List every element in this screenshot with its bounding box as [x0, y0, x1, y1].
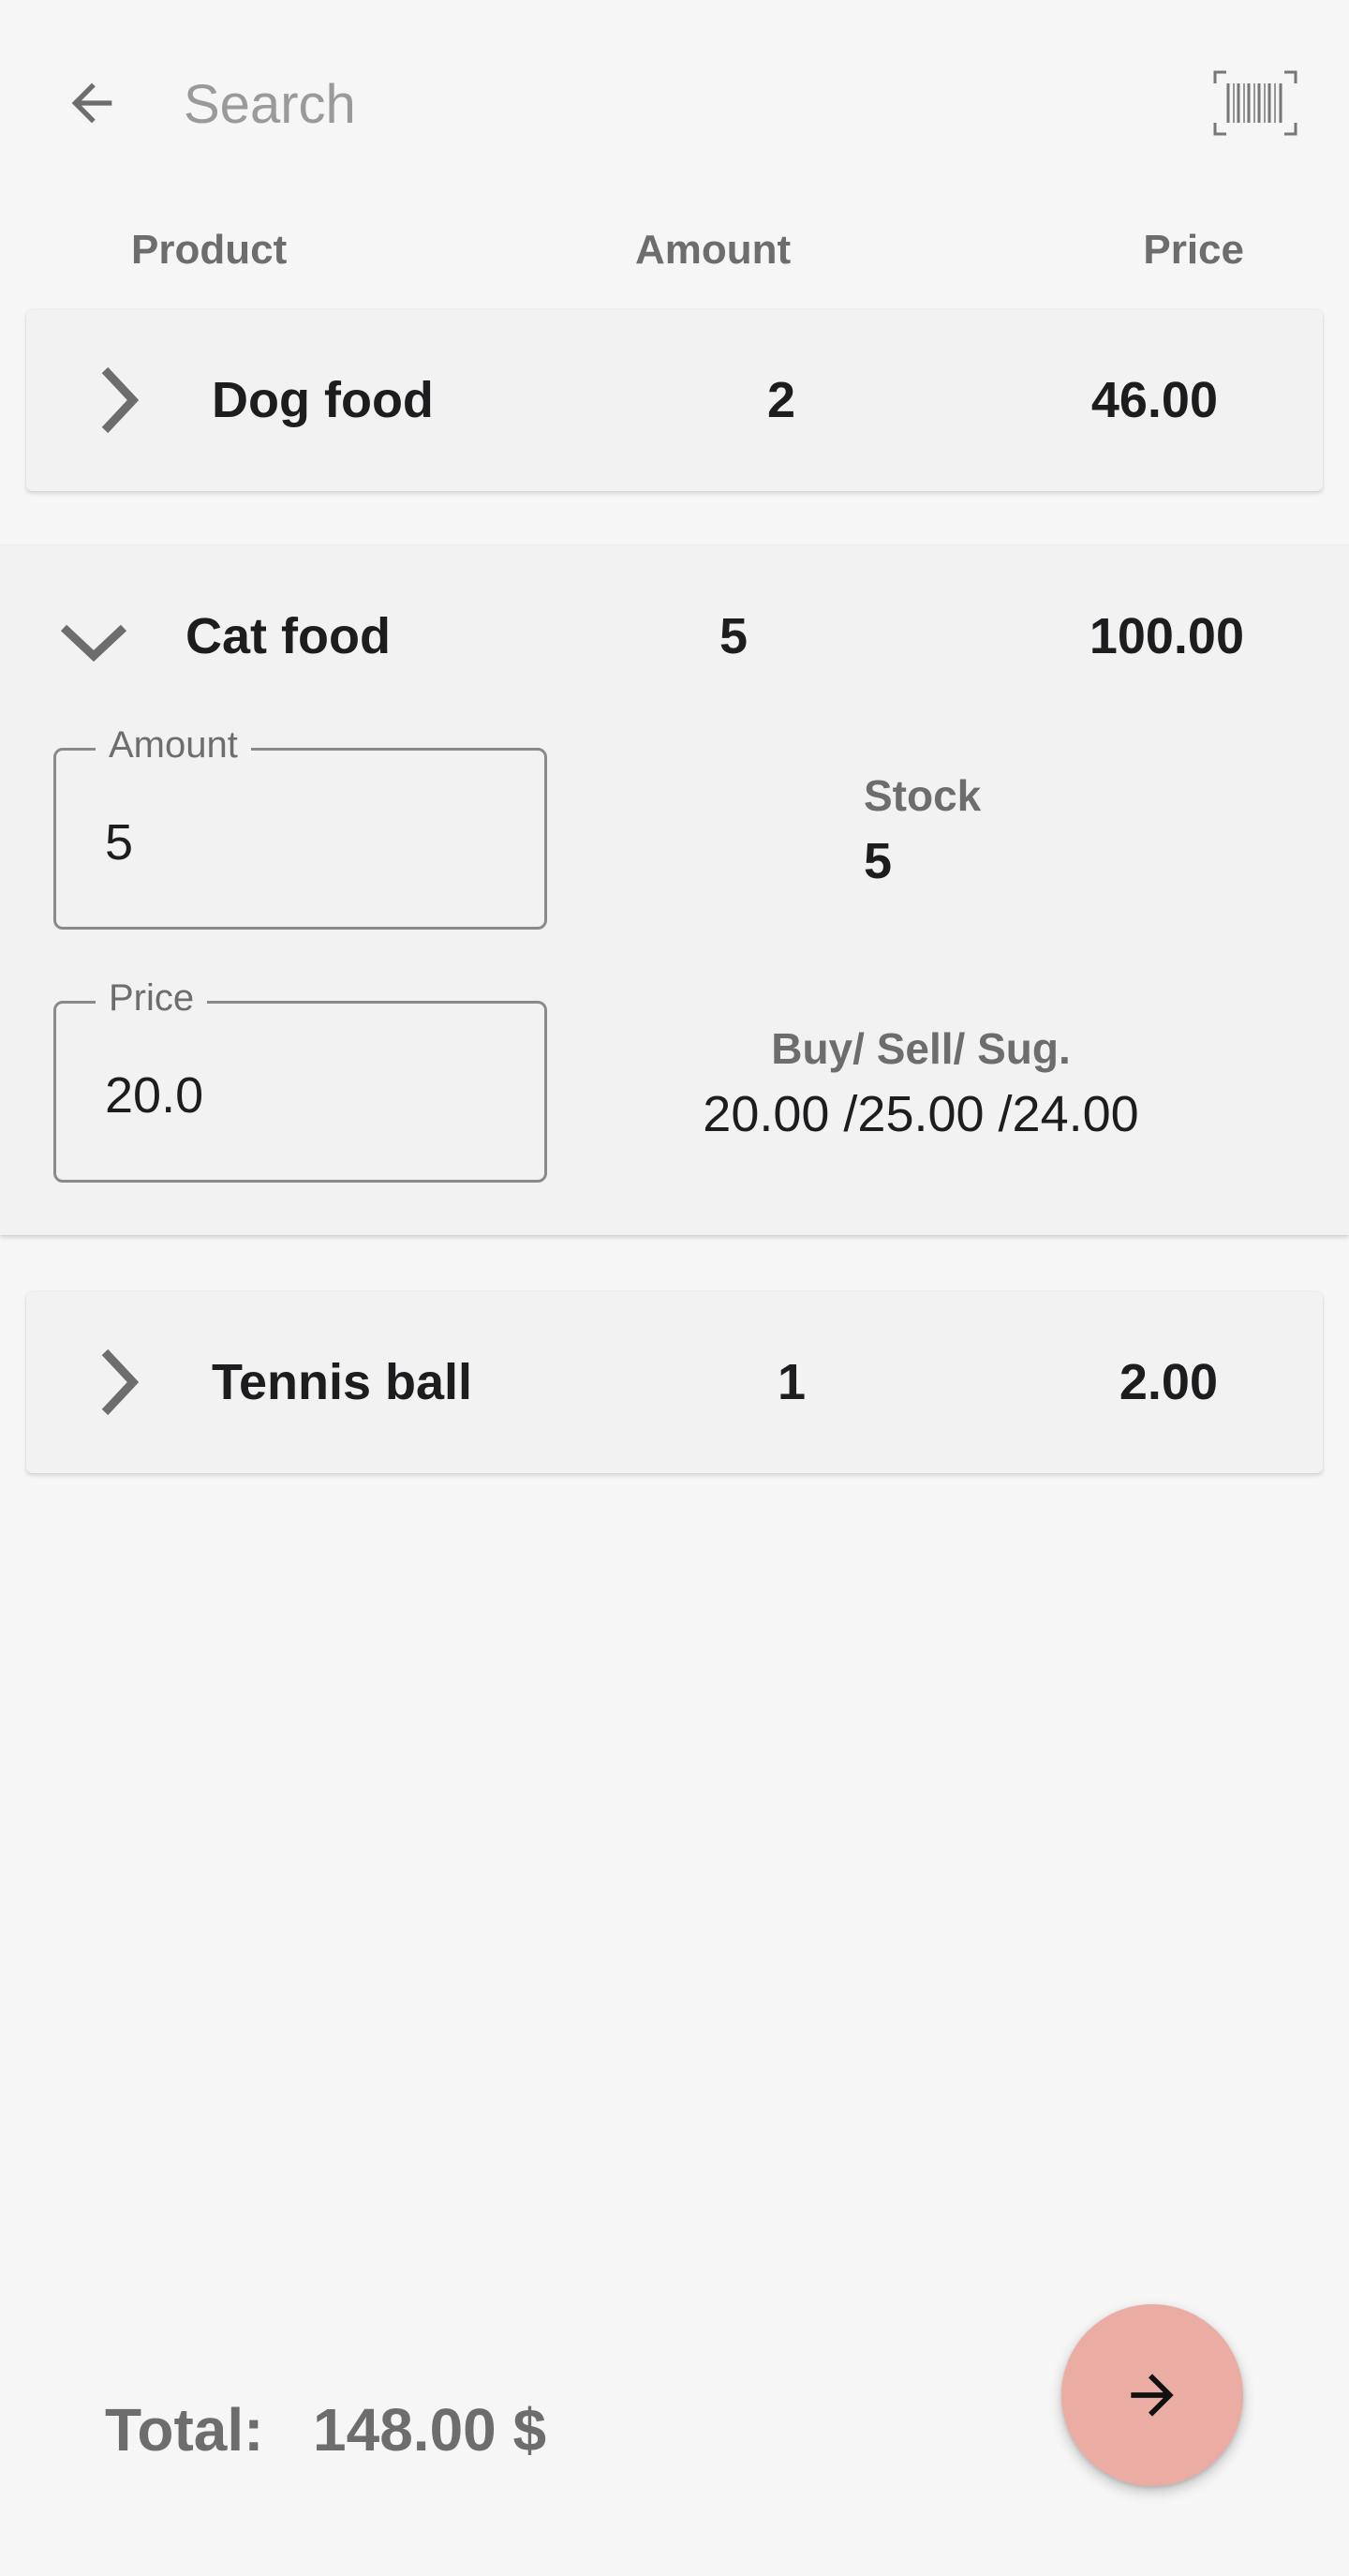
stock-label: Stock: [864, 771, 982, 820]
back-button[interactable]: [54, 66, 129, 141]
product-row-header[interactable]: Cat food 5 100.00: [0, 545, 1349, 733]
checkout-screen: Product Amount Price Dog food 2 46.00 Ca…: [0, 0, 1349, 2576]
product-name: Cat food: [185, 608, 391, 664]
product-price: 2.00: [1119, 1354, 1218, 1410]
barcode-scan-icon: [1213, 70, 1297, 136]
product-amount: 2: [767, 372, 796, 428]
product-amount: 5: [719, 608, 749, 664]
product-row-cat-food-expanded: Cat food 5 100.00 Amount Stock 5 Price B…: [0, 545, 1349, 1235]
column-header-amount: Amount: [635, 227, 792, 273]
search-input[interactable]: [184, 62, 1120, 146]
amount-field: Amount: [53, 724, 547, 930]
product-row-tennis-ball[interactable]: Tennis ball 1 2.00: [26, 1291, 1323, 1473]
product-amount: 1: [778, 1354, 807, 1410]
product-price: 46.00: [1090, 372, 1218, 428]
total-value: 148.00 $: [313, 2396, 547, 2464]
product-row-dog-food[interactable]: Dog food 2 46.00: [26, 309, 1323, 491]
price-field-label: Price: [96, 977, 208, 1020]
top-bar: [0, 0, 1349, 206]
stock-value: 5: [864, 833, 893, 889]
chevron-down-icon: [60, 624, 127, 663]
chevron-right-icon: [101, 1348, 140, 1416]
amount-input[interactable]: [105, 807, 517, 878]
barcode-scan-button[interactable]: [1208, 66, 1302, 141]
arrow-left-icon: [71, 82, 112, 124]
product-name: Dog food: [212, 372, 434, 428]
buy-sell-sug-value: 20.00 /25.00 /24.00: [703, 1086, 1139, 1142]
product-name: Tennis ball: [212, 1354, 473, 1410]
column-header-product: Product: [131, 227, 288, 273]
chevron-right-icon: [101, 366, 140, 434]
product-price: 100.00: [1089, 608, 1244, 664]
arrow-right-icon: [1131, 2374, 1174, 2417]
total-label: Total:: [105, 2396, 264, 2464]
amount-field-label: Amount: [96, 724, 251, 767]
column-header-price: Price: [1143, 227, 1244, 273]
buy-sell-sug-label: Buy/ Sell/ Sug.: [771, 1024, 1071, 1073]
next-button[interactable]: [1061, 2304, 1243, 2486]
